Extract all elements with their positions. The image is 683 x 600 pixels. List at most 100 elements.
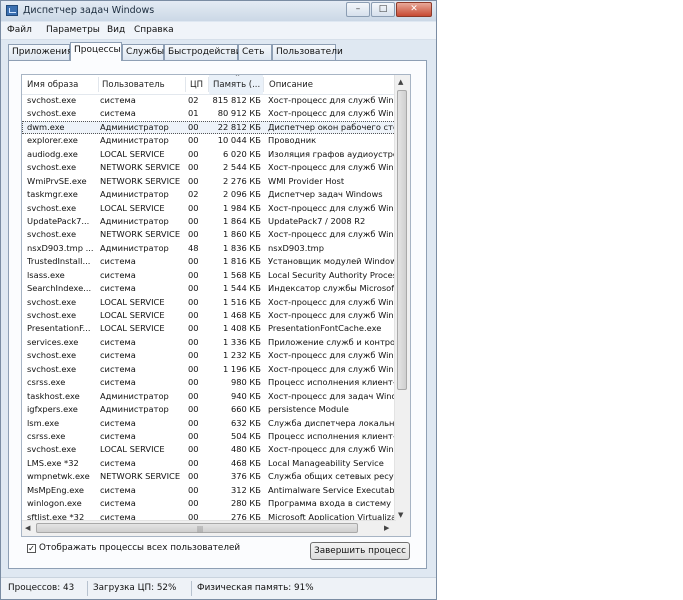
process-row[interactable]: svchost.exe система 00 1 232 КБ Хост-процесс…	[22, 349, 396, 362]
vertical-scroll-thumb[interactable]	[397, 90, 407, 390]
column-header-image-name[interactable]: Имя образа	[27, 80, 78, 90]
process-row[interactable]: svchost.exe система 00 1 196 КБ Хост-процесс…	[22, 363, 396, 376]
process-row[interactable]: services.exe система 00 1 336 КБ Приложение …	[22, 336, 396, 349]
process-cpu: 00	[188, 162, 199, 173]
window-title: Диспетчер задач Windows	[23, 5, 155, 16]
process-description: Индексатор службы Microsoft Windows	[268, 283, 396, 294]
process-row[interactable]: TrustedInstall... система 00 1 816 КБ Устано…	[22, 255, 396, 268]
process-description: Хост-процесс для служб Windows	[268, 444, 396, 455]
process-row[interactable]: svchost.exe LOCAL SERVICE 00 1 984 КБ Хост-п…	[22, 202, 396, 215]
scroll-right-icon[interactable]: ▶	[384, 524, 389, 532]
process-user: Администратор	[100, 121, 169, 132]
column-header-user[interactable]: Пользователь	[102, 80, 165, 90]
process-row[interactable]: svchost.exe NETWORK SERVICE 00 2 544 КБ Хост…	[22, 161, 396, 174]
process-row[interactable]: svchost.exe LOCAL SERVICE 00 1 516 КБ Хост-п…	[22, 296, 396, 309]
process-row[interactable]: winlogon.exe система 00 280 КБ Программа вхо…	[22, 497, 396, 510]
process-memory: 1 516 КБ	[223, 296, 261, 307]
process-cpu: 00	[188, 417, 199, 428]
process-memory: 2 276 КБ	[223, 175, 261, 186]
process-memory: 2 096 КБ	[223, 189, 261, 200]
process-user: LOCAL SERVICE	[100, 296, 165, 307]
column-header-description[interactable]: Описание	[269, 80, 313, 90]
process-row[interactable]: dwm.exe Администратор 00 22 812 КБ Диспетчер…	[22, 120, 396, 135]
horizontal-scroll-thumb[interactable]: |||	[36, 523, 358, 533]
tab-processes[interactable]: Процессы	[70, 42, 122, 61]
process-memory: 10 044 КБ	[217, 135, 261, 146]
process-row[interactable]: SearchIndexe... система 00 1 544 КБ Индексат…	[22, 282, 396, 295]
minimize-button[interactable]: –	[346, 2, 370, 17]
process-user: Администратор	[100, 390, 169, 401]
process-row[interactable]: taskhost.exe Администратор 00 940 КБ Хост-пр…	[22, 390, 396, 403]
close-button[interactable]: ✕	[396, 2, 432, 17]
process-row[interactable]: wmpnetwk.exe NETWORK SERVICE 00 376 КБ Служб…	[22, 470, 396, 483]
menu-options[interactable]: Параметры	[46, 25, 100, 35]
process-image-name: svchost.exe	[27, 310, 77, 320]
scroll-up-icon[interactable]: ▲	[398, 78, 403, 86]
title-bar[interactable]: Диспетчер задач Windows – □ ✕	[1, 1, 436, 21]
process-image-name: csrss.exe	[27, 430, 66, 441]
process-cpu: 00	[188, 135, 199, 146]
process-user: LOCAL SERVICE	[100, 310, 165, 320]
process-memory: 1 544 КБ	[223, 283, 261, 294]
menu-help[interactable]: Справка	[134, 25, 174, 35]
process-cpu: 00	[188, 430, 199, 441]
process-row[interactable]: WmiPrvSE.exe NETWORK SERVICE 00 2 276 КБ WMI…	[22, 175, 396, 188]
process-row[interactable]: csrss.exe система 00 504 КБ Процесс исполнен…	[22, 430, 396, 443]
process-list[interactable]: ^ Имя образа Пользователь ЦП Память (...…	[21, 74, 411, 537]
process-row[interactable]: svchost.exe LOCAL SERVICE 00 480 КБ Хост-про…	[22, 443, 396, 456]
process-row[interactable]: PresentationF... LOCAL SERVICE 00 1 408 КБ P…	[22, 322, 396, 335]
process-image-name: taskhost.exe	[27, 390, 80, 401]
show-all-users-checkbox[interactable]: ✓	[27, 544, 36, 553]
process-cpu: 00	[188, 283, 199, 294]
tab-performance[interactable]: Быстродействие	[164, 44, 247, 60]
process-description: PresentationFontCache.exe	[268, 323, 382, 334]
process-row[interactable]: svchost.exe NETWORK SERVICE 00 1 860 КБ Хост…	[22, 228, 396, 241]
tab-applications[interactable]: Приложения	[8, 44, 72, 60]
process-row[interactable]: lsm.exe система 00 632 КБ Служба диспетчера …	[22, 417, 396, 430]
end-process-button[interactable]: Завершить процесс	[310, 542, 410, 560]
column-header-cpu[interactable]: ЦП	[190, 80, 203, 90]
process-row[interactable]: svchost.exe система 01 80 912 КБ Хост-процес…	[22, 107, 396, 120]
process-row[interactable]: taskmgr.exe Администратор 02 2 096 КБ Диспет…	[22, 188, 396, 201]
process-description: persistence Module	[268, 404, 349, 415]
menu-view[interactable]: Вид	[107, 25, 125, 35]
process-image-name: svchost.exe	[27, 229, 77, 240]
process-description: Хост-процесс для служб Windows	[268, 310, 396, 320]
scroll-left-icon[interactable]: ◀	[25, 524, 30, 532]
process-description: Служба общих сетевых ресурсов	[268, 471, 396, 482]
tab-services[interactable]: Службы	[122, 44, 164, 60]
task-manager-window: Диспетчер задач Windows – □ ✕ Файл Парам…	[0, 0, 437, 600]
process-image-name: svchost.exe	[27, 95, 77, 105]
tab-network[interactable]: Сеть	[238, 44, 272, 60]
show-all-users-label[interactable]: Отображать процессы всех пользователей	[39, 543, 240, 553]
scroll-down-icon[interactable]: ▼	[398, 511, 403, 519]
process-memory: 1 232 КБ	[223, 350, 261, 361]
horizontal-scrollbar[interactable]: ◀ ||| ▶	[22, 520, 396, 536]
maximize-button[interactable]: □	[371, 2, 395, 17]
process-cpu: 00	[188, 350, 199, 361]
vertical-scrollbar[interactable]: ▲ ▼	[394, 75, 410, 522]
process-row[interactable]: explorer.exe Администратор 00 10 044 КБ Пров…	[22, 134, 396, 147]
process-row[interactable]: nsxD903.tmp ... Администратор 48 1 836 КБ ns…	[22, 242, 396, 255]
process-row[interactable]: audiodg.exe LOCAL SERVICE 00 6 020 КБ Изоляц…	[22, 148, 396, 161]
process-row[interactable]: LMS.exe *32 система 00 468 КБ Local Manageab…	[22, 457, 396, 470]
process-cpu: 00	[188, 229, 199, 240]
process-row[interactable]: lsass.exe система 00 1 568 КБ Local Security…	[22, 269, 396, 282]
menu-file[interactable]: Файл	[7, 25, 32, 35]
process-row[interactable]: igfxpers.exe Администратор 00 660 КБ persist…	[22, 403, 396, 416]
column-header-memory[interactable]: Память (...	[213, 80, 260, 90]
process-memory: 940 КБ	[230, 390, 261, 401]
process-image-name: TrustedInstall...	[27, 256, 91, 267]
process-row[interactable]: MsMpEng.exe система 00 312 КБ Antimalware Se…	[22, 484, 396, 497]
process-row[interactable]: UpdatePack7... Администратор 00 1 864 КБ Upd…	[22, 215, 396, 228]
process-row[interactable]: csrss.exe система 00 980 КБ Процесс исполнен…	[22, 376, 396, 389]
tab-users[interactable]: Пользователи	[272, 44, 343, 60]
process-memory: 1 336 КБ	[223, 336, 261, 347]
process-cpu: 00	[188, 404, 199, 415]
process-cpu: 00	[188, 390, 199, 401]
process-user: NETWORK SERVICE	[100, 175, 181, 186]
process-description: Хост-процесс для служб Windows	[268, 95, 396, 105]
process-row[interactable]: svchost.exe система 02 815 812 КБ Хост-проце…	[22, 94, 396, 107]
process-user: система	[100, 498, 136, 509]
process-row[interactable]: svchost.exe LOCAL SERVICE 00 1 468 КБ Хост-п…	[22, 309, 396, 322]
